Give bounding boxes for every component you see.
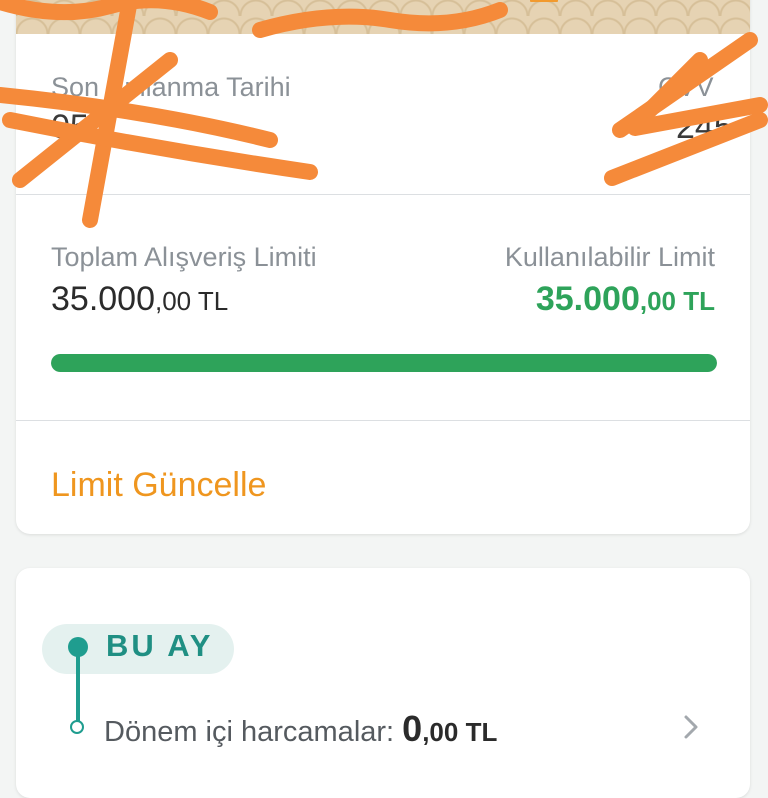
period-spending-row[interactable]: Dönem içi harcamalar: 0,00 TL bbox=[104, 708, 497, 750]
available-limit-value: 35.000,00 TL bbox=[535, 280, 715, 318]
total-limit-label: Toplam Alışveriş Limiti bbox=[51, 242, 317, 272]
expiry-label: Son Kullanma Tarihi bbox=[51, 72, 291, 102]
limit-progress-fill bbox=[51, 354, 717, 372]
period-spending-amount: 0 bbox=[402, 708, 423, 749]
period-spending-decimals: ,00 TL bbox=[422, 717, 498, 747]
timeline-line bbox=[76, 656, 80, 724]
expiry-value: 05/2 bbox=[51, 108, 118, 146]
this-month-label: BU AY bbox=[106, 628, 214, 663]
this-month-card: BU AY Dönem içi harcamalar: 0,00 TL bbox=[16, 568, 750, 798]
limit-progress-bar bbox=[51, 354, 717, 372]
period-spending-label: Dönem içi harcamalar: bbox=[104, 716, 395, 748]
chevron-right-icon[interactable] bbox=[680, 714, 702, 740]
total-limit-value: 35.000,00 TL bbox=[51, 280, 229, 318]
update-limit-link[interactable]: Limit Güncelle bbox=[51, 466, 266, 505]
credit-card-details: Son Kullanma Tarihi 05/2 CVV 245 Toplam … bbox=[16, 0, 750, 534]
divider bbox=[16, 420, 750, 421]
available-limit-label: Kullanılabilir Limit bbox=[504, 242, 715, 272]
timeline-dot-icon bbox=[68, 637, 88, 657]
cvv-value: 245 bbox=[676, 108, 733, 146]
card-brand-badge bbox=[530, 0, 558, 2]
timeline-node-icon bbox=[70, 720, 84, 734]
cvv-label: CVV bbox=[658, 72, 714, 102]
divider bbox=[16, 194, 750, 195]
card-pattern-header bbox=[16, 0, 750, 34]
